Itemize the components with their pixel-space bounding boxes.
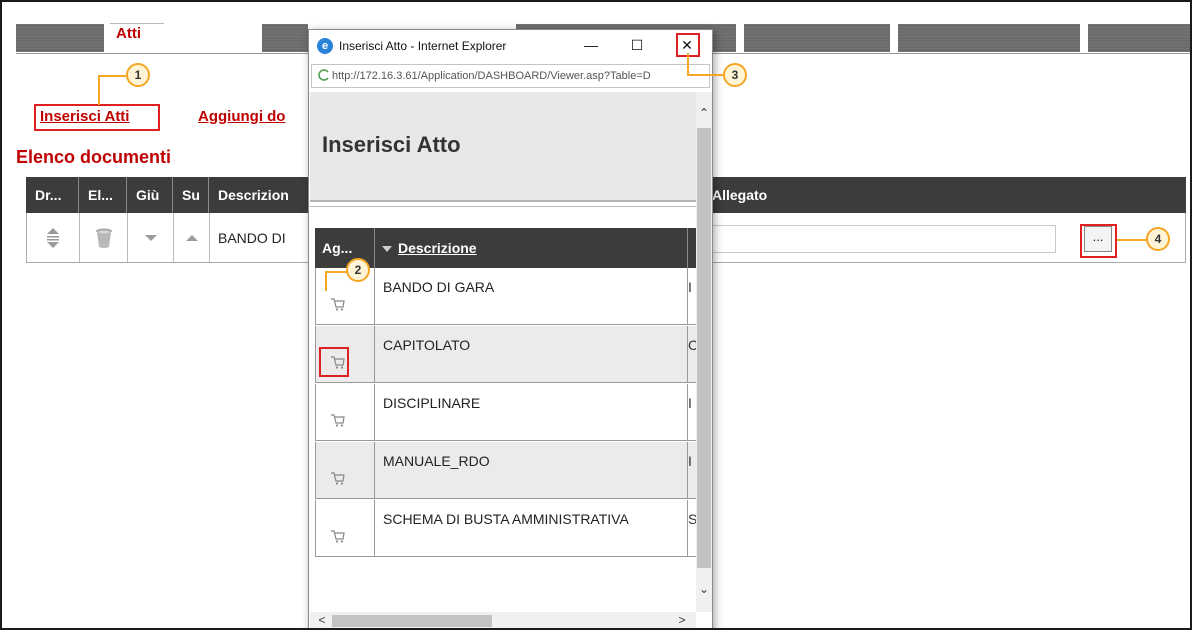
callout-2: 2 — [346, 258, 370, 282]
horizontal-scroll-thumb[interactable] — [332, 615, 492, 627]
table-row: CAPITOLATO C — [315, 326, 696, 383]
page-loading-icon — [318, 69, 329, 81]
callout-1-line-h — [98, 75, 126, 77]
callout-2-line-v — [325, 271, 327, 291]
add-cell — [315, 384, 375, 440]
cart-icon[interactable] — [330, 412, 346, 428]
add-cell — [315, 500, 375, 556]
row-extra: C — [688, 326, 696, 382]
popup-table-header: Ag... Descrizione — [315, 228, 696, 268]
row-extra: I — [688, 395, 692, 411]
cart-icon[interactable] — [330, 470, 346, 486]
cart-icon[interactable] — [330, 296, 346, 312]
address-url: http://172.16.3.61/Application/DASHBOARD… — [332, 70, 651, 82]
tab-5[interactable] — [744, 24, 890, 52]
col-header-descrizione-sort[interactable]: Descrizione — [375, 228, 688, 268]
highlight-insert-atti — [34, 104, 160, 131]
row-descrizione: MANUALE_RDO — [375, 442, 688, 498]
aggiungi-link[interactable]: Aggiungi do — [198, 108, 285, 125]
drag-handle-icon[interactable] — [27, 213, 80, 262]
callout-1-line-v — [98, 75, 100, 105]
callout-4-line — [1117, 239, 1147, 241]
insert-atto-popup: e Inserisci Atto - Internet Explorer — ☐… — [308, 29, 713, 628]
cart-icon[interactable] — [330, 528, 346, 544]
arrow-down-icon[interactable] — [128, 213, 174, 262]
highlight-browse-button — [1080, 224, 1117, 258]
allegato-field[interactable] — [712, 225, 1056, 253]
popup-heading: Inserisci Atto — [322, 132, 461, 157]
scroll-down-icon[interactable]: ⌄ — [696, 582, 712, 596]
tab-6[interactable] — [898, 24, 1080, 52]
tab-atti-label: Atti — [116, 25, 141, 42]
callout-3-line-h — [687, 74, 725, 76]
table-row: BANDO DI GARA I — [315, 268, 696, 325]
row-extra: I — [688, 453, 692, 469]
col-header-elimina[interactable]: El... — [79, 177, 127, 213]
col-header-extra — [688, 228, 696, 268]
tab-1[interactable] — [16, 24, 104, 52]
col-header-giu[interactable]: Giù — [127, 177, 173, 213]
row-descrizione: SCHEMA DI BUSTA AMMINISTRATIVA — [375, 500, 688, 556]
horizontal-scrollbar[interactable]: < > — [310, 612, 696, 628]
row-extra: I — [688, 279, 692, 295]
popup-header: Inserisci Atto — [310, 92, 696, 202]
section-title: Elenco documenti — [16, 147, 172, 167]
vertical-scrollbar[interactable]: ⌃ ⌄ — [696, 92, 712, 612]
callout-4: 4 — [1146, 227, 1170, 251]
row-descrizione: DISCIPLINARE — [375, 384, 688, 440]
vertical-scroll-thumb[interactable] — [697, 128, 711, 568]
callout-3: 3 — [723, 63, 747, 87]
popup-titlebar[interactable]: e Inserisci Atto - Internet Explorer — ☐… — [309, 30, 712, 62]
row-descrizione: BANDO DI — [210, 213, 320, 262]
maximize-button[interactable]: ☐ — [627, 34, 647, 56]
callout-3-line-v — [687, 53, 689, 75]
tab-7[interactable] — [1088, 24, 1190, 52]
arrow-up-icon[interactable] — [174, 213, 210, 262]
sort-desc-icon — [382, 246, 392, 253]
minimize-button[interactable]: — — [581, 34, 601, 56]
col-header-drag[interactable]: Dr... — [26, 177, 79, 213]
popup-window-title: Inserisci Atto - Internet Explorer — [339, 39, 507, 53]
table-row: MANUALE_RDO I — [315, 442, 696, 499]
row-descrizione: CAPITOLATO — [375, 326, 688, 382]
tab-atti[interactable]: Atti — [110, 23, 164, 54]
add-cell — [315, 442, 375, 498]
descrizione-sort-label: Descrizione — [398, 240, 477, 256]
scroll-right-icon[interactable]: > — [674, 613, 690, 627]
callout-1: 1 — [126, 63, 150, 87]
callout-2-line-h — [325, 271, 347, 273]
highlight-first-cart — [319, 347, 349, 377]
tab-3[interactable] — [262, 24, 308, 52]
internet-explorer-icon: e — [317, 38, 333, 54]
table-row: SCHEMA DI BUSTA AMMINISTRATIVA S — [315, 500, 696, 557]
row-descrizione: BANDO DI GARA — [375, 268, 688, 324]
col-header-su[interactable]: Su — [173, 177, 209, 213]
trash-icon[interactable] — [80, 213, 128, 262]
scroll-left-icon[interactable]: < — [314, 613, 330, 627]
popup-divider — [310, 206, 696, 207]
popup-content: Inserisci Atto Ag... Descrizione BANDO D… — [310, 92, 696, 612]
app-frame: Atti Inserisci Atti Aggiungi do 1 Elenco… — [0, 0, 1192, 630]
row-extra: S — [688, 500, 696, 556]
scroll-up-icon[interactable]: ⌃ — [696, 106, 712, 120]
col-header-descrizione[interactable]: Descrizion — [209, 177, 319, 213]
col-header-allegato[interactable]: Allegato — [703, 177, 1186, 213]
table-row: DISCIPLINARE I — [315, 384, 696, 441]
address-bar[interactable]: http://172.16.3.61/Application/DASHBOARD… — [311, 64, 710, 88]
